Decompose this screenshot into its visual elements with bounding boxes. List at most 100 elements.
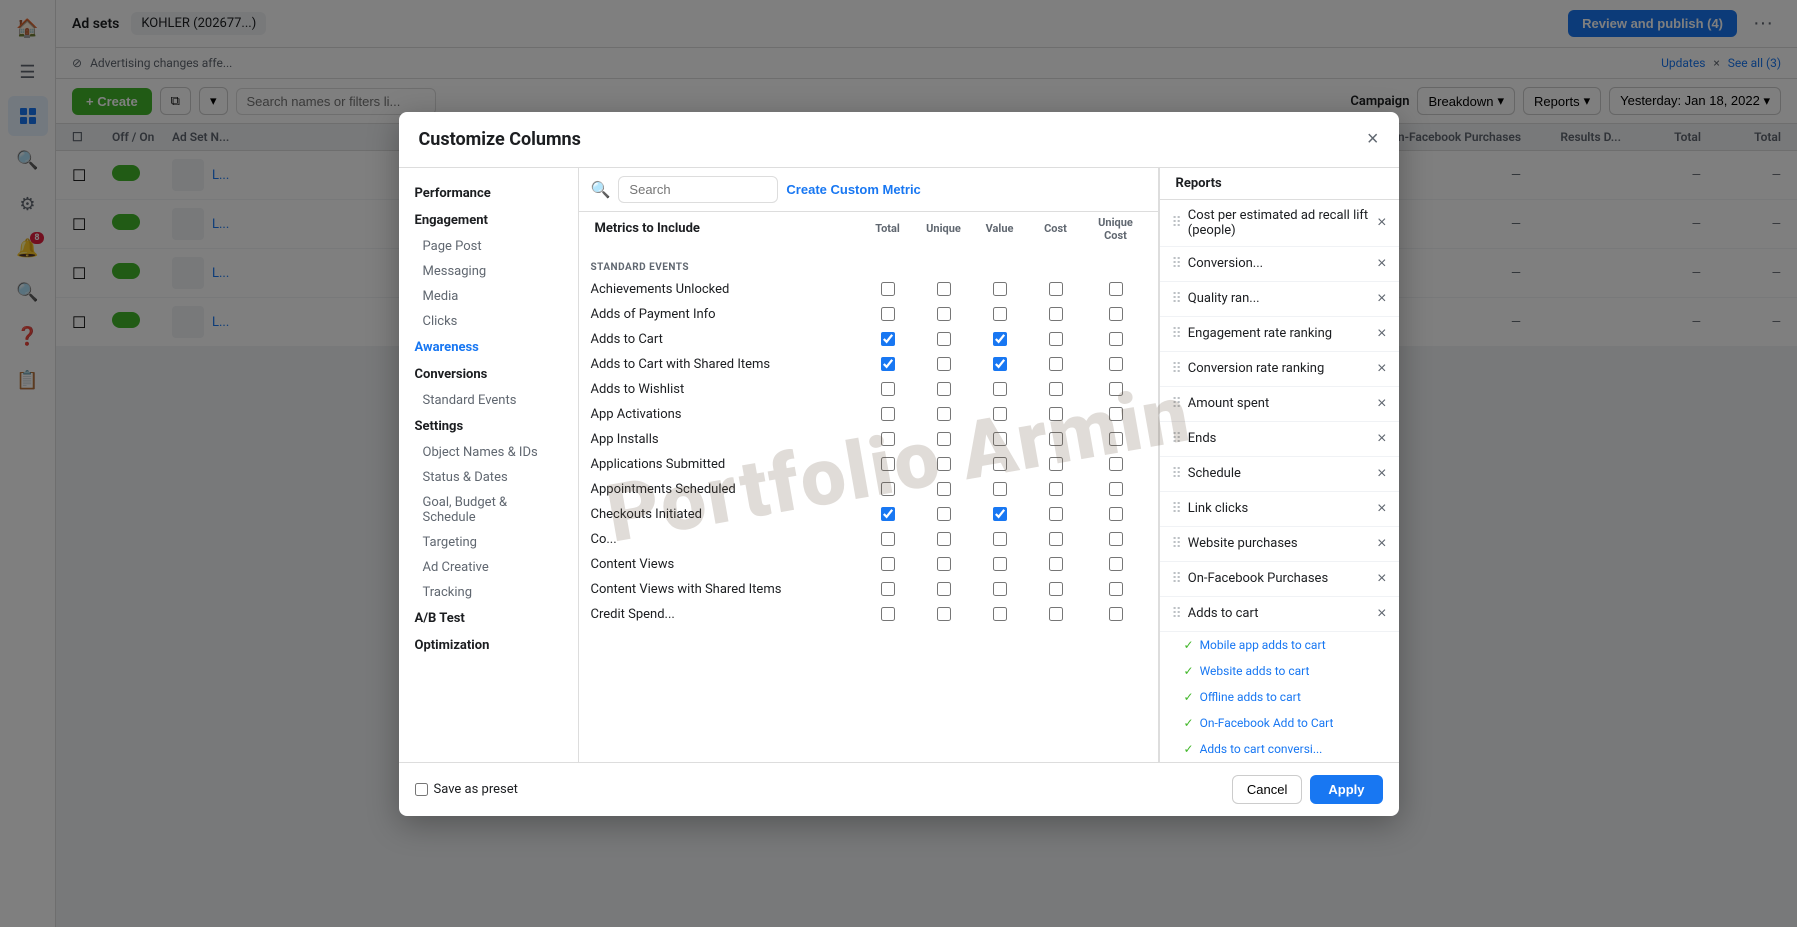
cvs-ucost-cb[interactable]: [1109, 582, 1123, 596]
nav-performance[interactable]: Performance: [399, 180, 578, 207]
appt-cost-cb[interactable]: [1049, 482, 1063, 496]
save-preset-label[interactable]: Save as preset: [415, 782, 518, 797]
adds-cart-shared-cost-cb[interactable]: [1049, 357, 1063, 371]
achievements-ucost-cb[interactable]: [1109, 282, 1123, 296]
nav-page-post[interactable]: Page Post: [399, 234, 578, 259]
create-custom-metric-button[interactable]: Create Custom Metric: [786, 182, 920, 197]
checkout-unique-cb[interactable]: [937, 507, 951, 521]
apps-sub-cost-cb[interactable]: [1049, 457, 1063, 471]
nav-ab-test[interactable]: A/B Test: [399, 605, 578, 632]
nav-goal-budget-schedule[interactable]: Goal, Budget & Schedule: [399, 490, 578, 530]
remove-ends-button[interactable]: ×: [1377, 430, 1386, 448]
achievements-cost-cb[interactable]: [1049, 282, 1063, 296]
wishlist-cost-cb[interactable]: [1049, 382, 1063, 396]
wishlist-total-cb[interactable]: [881, 382, 895, 396]
remove-amount-button[interactable]: ×: [1377, 395, 1386, 413]
cv-ucost-cb[interactable]: [1109, 557, 1123, 571]
app-act-ucost-cb[interactable]: [1109, 407, 1123, 421]
checkout-total-cb[interactable]: [881, 507, 895, 521]
payment-value-cb[interactable]: [993, 307, 1007, 321]
app-inst-total-cb[interactable]: [881, 432, 895, 446]
credit-value-cb[interactable]: [993, 607, 1007, 621]
selected-quality-ranking[interactable]: ⠿ Quality ran... ×: [1160, 282, 1399, 317]
remove-schedule-button[interactable]: ×: [1377, 465, 1386, 483]
adds-cart-unique-cb[interactable]: [937, 332, 951, 346]
adds-cart-shared-value-cb[interactable]: [993, 357, 1007, 371]
apply-button[interactable]: Apply: [1310, 775, 1382, 804]
nav-awareness[interactable]: Awareness: [399, 334, 578, 361]
nav-settings[interactable]: Settings: [399, 413, 578, 440]
checkout-cost-cb[interactable]: [1049, 507, 1063, 521]
payment-unique-cb[interactable]: [937, 307, 951, 321]
nav-optimization[interactable]: Optimization: [399, 632, 578, 659]
achievements-unique-cb[interactable]: [937, 282, 951, 296]
remove-quality-button[interactable]: ×: [1377, 290, 1386, 308]
app-inst-value-cb[interactable]: [993, 432, 1007, 446]
adds-cart-cost-cb[interactable]: [1049, 332, 1063, 346]
nav-standard-events[interactable]: Standard Events: [399, 388, 578, 413]
modal-search-input[interactable]: [618, 176, 778, 203]
cv-total-cb[interactable]: [881, 557, 895, 571]
remove-engagement-button[interactable]: ×: [1377, 325, 1386, 343]
co-total-cb[interactable]: [881, 532, 895, 546]
remove-adds-cart-button[interactable]: ×: [1377, 605, 1386, 623]
selected-cost-per-recall[interactable]: ⠿ Cost per estimated ad recall lift (peo…: [1160, 200, 1399, 247]
co-unique-cb[interactable]: [937, 532, 951, 546]
remove-link-clicks-button[interactable]: ×: [1377, 500, 1386, 518]
nav-tracking[interactable]: Tracking: [399, 580, 578, 605]
credit-unique-cb[interactable]: [937, 607, 951, 621]
wishlist-ucost-cb[interactable]: [1109, 382, 1123, 396]
payment-total-cb[interactable]: [881, 307, 895, 321]
achievements-value-cb[interactable]: [993, 282, 1007, 296]
remove-cost-recall-button[interactable]: ×: [1377, 214, 1386, 232]
co-cost-cb[interactable]: [1049, 532, 1063, 546]
nav-messaging[interactable]: Messaging: [399, 259, 578, 284]
app-inst-ucost-cb[interactable]: [1109, 432, 1123, 446]
payment-cost-cb[interactable]: [1049, 307, 1063, 321]
appt-ucost-cb[interactable]: [1109, 482, 1123, 496]
nav-clicks[interactable]: Clicks: [399, 309, 578, 334]
selected-schedule[interactable]: ⠿ Schedule ×: [1160, 457, 1399, 492]
cvs-total-cb[interactable]: [881, 582, 895, 596]
selected-conversion[interactable]: ⠿ Conversion... ×: [1160, 247, 1399, 282]
app-act-total-cb[interactable]: [881, 407, 895, 421]
checkout-value-cb[interactable]: [993, 507, 1007, 521]
cvs-value-cb[interactable]: [993, 582, 1007, 596]
app-inst-unique-cb[interactable]: [937, 432, 951, 446]
wishlist-unique-cb[interactable]: [937, 382, 951, 396]
nav-media[interactable]: Media: [399, 284, 578, 309]
app-inst-cost-cb[interactable]: [1049, 432, 1063, 446]
achievements-total-cb[interactable]: [881, 282, 895, 296]
cv-cost-cb[interactable]: [1049, 557, 1063, 571]
apps-sub-unique-cb[interactable]: [937, 457, 951, 471]
remove-conversion-button[interactable]: ×: [1377, 255, 1386, 273]
payment-ucost-cb[interactable]: [1109, 307, 1123, 321]
remove-fb-purchases-button[interactable]: ×: [1377, 570, 1386, 588]
appt-value-cb[interactable]: [993, 482, 1007, 496]
cvs-unique-cb[interactable]: [937, 582, 951, 596]
selected-on-facebook-purchases[interactable]: ⠿ On-Facebook Purchases ×: [1160, 562, 1399, 597]
app-act-unique-cb[interactable]: [937, 407, 951, 421]
cancel-button[interactable]: Cancel: [1232, 775, 1302, 804]
save-preset-checkbox[interactable]: [415, 783, 428, 796]
wishlist-value-cb[interactable]: [993, 382, 1007, 396]
apps-sub-value-cb[interactable]: [993, 457, 1007, 471]
selected-engagement-rate[interactable]: ⠿ Engagement rate ranking ×: [1160, 317, 1399, 352]
appt-unique-cb[interactable]: [937, 482, 951, 496]
co-ucost-cb[interactable]: [1109, 532, 1123, 546]
appt-total-cb[interactable]: [881, 482, 895, 496]
remove-website-purchases-button[interactable]: ×: [1377, 535, 1386, 553]
app-act-value-cb[interactable]: [993, 407, 1007, 421]
nav-status-dates[interactable]: Status & Dates: [399, 465, 578, 490]
credit-ucost-cb[interactable]: [1109, 607, 1123, 621]
adds-cart-value-cb[interactable]: [993, 332, 1007, 346]
adds-cart-shared-total-cb[interactable]: [881, 357, 895, 371]
adds-cart-shared-unique-cb[interactable]: [937, 357, 951, 371]
checkout-ucost-cb[interactable]: [1109, 507, 1123, 521]
modal-close-button[interactable]: ×: [1367, 128, 1379, 151]
nav-engagement[interactable]: Engagement: [399, 207, 578, 234]
cvs-cost-cb[interactable]: [1049, 582, 1063, 596]
cv-unique-cb[interactable]: [937, 557, 951, 571]
selected-amount-spent[interactable]: ⠿ Amount spent ×: [1160, 387, 1399, 422]
app-act-cost-cb[interactable]: [1049, 407, 1063, 421]
